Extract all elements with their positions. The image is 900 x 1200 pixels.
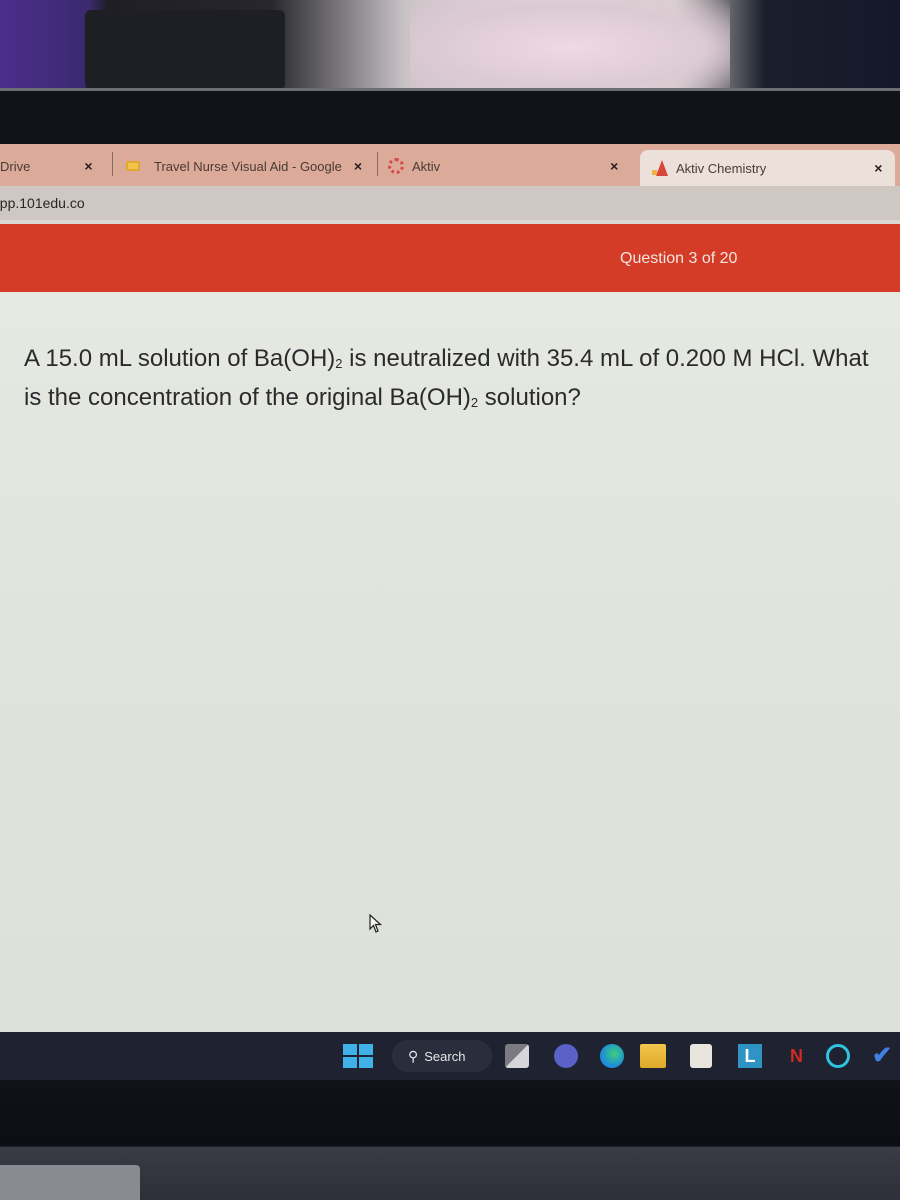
- store-icon[interactable]: [690, 1044, 712, 1068]
- windows-start-icon[interactable]: [343, 1044, 373, 1068]
- aktiv-icon: [388, 158, 404, 174]
- l-app-icon[interactable]: L: [738, 1044, 762, 1068]
- edge-icon[interactable]: [600, 1044, 624, 1068]
- tab-separator: [112, 152, 113, 176]
- tab-label: Travel Nurse Visual Aid - Google: [154, 158, 342, 174]
- tab-label: Aktiv: [412, 158, 441, 174]
- mouse-cursor-icon: [369, 914, 383, 933]
- question-text: A 15.0 mL solution of Ba(OH)2 is neutral…: [24, 342, 884, 420]
- photo-background: [0, 0, 900, 100]
- browser-tab-strip: Drive × Travel Nurse Visual Aid - Google…: [0, 144, 900, 186]
- search-label: Search: [424, 1048, 466, 1064]
- todo-check-icon[interactable]: ✔: [872, 1044, 900, 1068]
- meet-icon[interactable]: [554, 1044, 578, 1068]
- question-text-part: solution?: [478, 384, 581, 411]
- task-view-icon[interactable]: [505, 1044, 529, 1068]
- tab-travel-nurse[interactable]: Travel Nurse Visual Aid - Google ×: [126, 148, 372, 184]
- screen: Drive × Travel Nurse Visual Aid - Google…: [0, 144, 900, 1080]
- url-text[interactable]: app.101edu.co: [0, 195, 85, 211]
- aktiv-chemistry-icon: [652, 160, 668, 176]
- taskbar-search[interactable]: ⚲ Search: [392, 1040, 492, 1072]
- tab-aktiv[interactable]: Aktiv ×: [388, 148, 638, 184]
- subscript: 2: [335, 356, 343, 371]
- question-text-part: A 15.0 mL solution of Ba(OH): [24, 345, 336, 372]
- close-icon[interactable]: ×: [354, 158, 362, 174]
- search-icon: ⚲: [408, 1047, 419, 1064]
- close-icon[interactable]: ×: [874, 160, 882, 176]
- tab-label: Aktiv Chemistry: [676, 160, 767, 176]
- background-person: [410, 0, 730, 95]
- taskbar: ⚲ Search L N ✔: [0, 1032, 900, 1080]
- address-bar[interactable]: app.101edu.co: [0, 186, 900, 220]
- tab-separator: [377, 152, 378, 176]
- laptop-hinge: [0, 1165, 140, 1200]
- netflix-icon[interactable]: N: [790, 1044, 804, 1068]
- laptop-bezel-top: oth: [0, 88, 900, 144]
- tab-aktiv-chemistry[interactable]: Aktiv Chemistry ×: [640, 150, 895, 186]
- close-icon[interactable]: ×: [610, 158, 618, 174]
- quiz-header-bar: Question 3 of 20: [0, 224, 900, 292]
- background-laptop: [85, 10, 285, 90]
- close-icon[interactable]: ×: [84, 158, 92, 174]
- question-content: A 15.0 mL solution of Ba(OH)2 is neutral…: [0, 292, 900, 1032]
- alexa-icon[interactable]: [826, 1044, 850, 1068]
- tab-drive[interactable]: Drive ×: [0, 148, 110, 184]
- file-explorer-icon[interactable]: [640, 1044, 666, 1068]
- tab-label: Drive: [0, 158, 31, 174]
- question-progress: Question 3 of 20: [620, 250, 738, 267]
- google-slides-icon: [126, 161, 140, 171]
